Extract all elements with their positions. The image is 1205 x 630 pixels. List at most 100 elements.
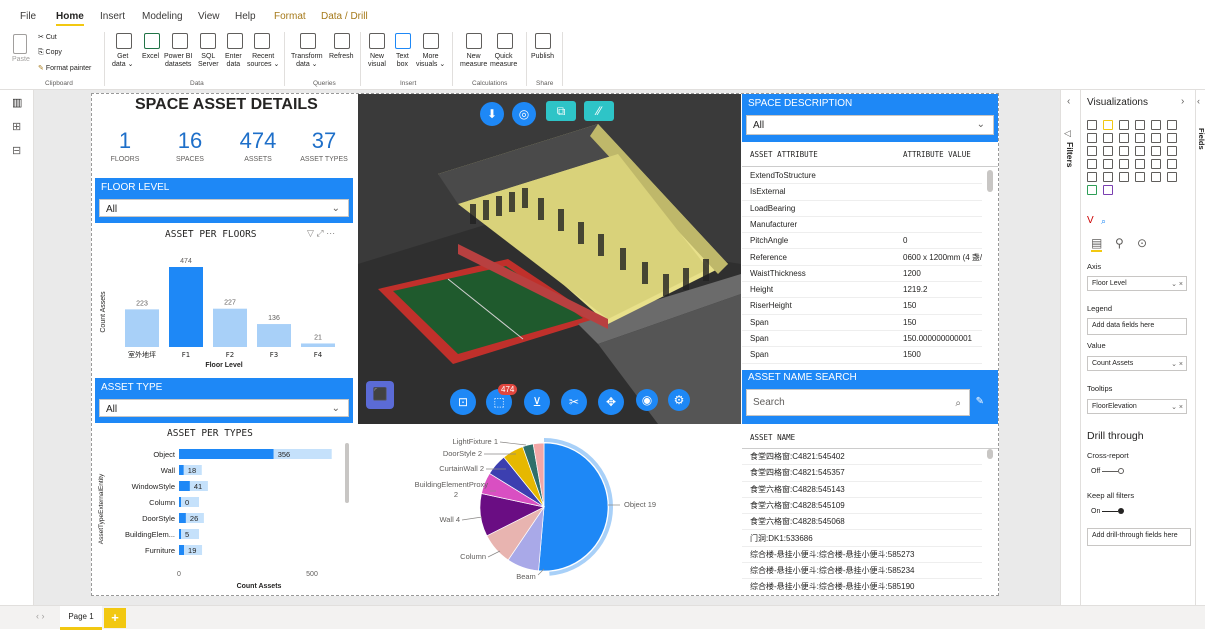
table-row[interactable]: Reference 0600 x 1200mm (4 盏/ xyxy=(742,250,982,266)
visual-type-icon[interactable] xyxy=(1151,146,1161,156)
visual-type-icon[interactable] xyxy=(1087,172,1097,182)
search-input[interactable]: Search ⌕ xyxy=(746,389,970,416)
tab-page-1[interactable]: Page 1 xyxy=(60,606,102,630)
visual-type-icon[interactable] xyxy=(1167,146,1177,156)
more-visuals-button[interactable]: More visuals ⌄ xyxy=(416,53,445,69)
tab-file[interactable]: File xyxy=(20,11,36,22)
filters-pane-collapsed[interactable]: ‹ ◁ Filters xyxy=(1060,90,1080,605)
column-header-value[interactable]: ATTRIBUTE VALUE xyxy=(903,150,971,159)
space-description-dropdown[interactable]: All ⌄ xyxy=(746,115,994,135)
tab-format[interactable]: Format xyxy=(274,11,306,22)
table-row[interactable]: 食堂六格窗:C4828:545143 xyxy=(742,482,982,498)
new-visual-button[interactable]: New visual xyxy=(368,53,386,69)
table-row[interactable]: 食堂六格窗:C4828:545109 xyxy=(742,498,982,515)
visual-type-icon[interactable] xyxy=(1103,120,1113,130)
legend-well[interactable]: Add data fields here xyxy=(1087,318,1187,335)
keep-filters-toggle[interactable]: On xyxy=(1091,508,1125,515)
publish-button[interactable]: Publish xyxy=(531,53,554,61)
asset-type-pie-chart[interactable]: Object 19 Beam Column Wall 4 BuildingElement… xyxy=(358,429,741,595)
axis-well[interactable]: Floor Level ⌄ × xyxy=(1087,276,1187,291)
column-header-asset-name[interactable]: ASSET NAME xyxy=(750,433,795,442)
table-row[interactable]: 综合楼-悬挂小便斗:综合楼-悬挂小便斗:585273 xyxy=(742,547,982,564)
camera-icon[interactable]: ◉ xyxy=(636,389,658,411)
recent-sources-button[interactable]: Recent sources ⌄ xyxy=(247,53,279,69)
column-header-attribute[interactable]: ASSET ATTRIBUTE xyxy=(750,150,818,159)
table-row[interactable]: Span 1500 xyxy=(742,347,982,364)
table-row[interactable]: Height 1219.2 xyxy=(742,282,982,299)
visual-type-icon[interactable] xyxy=(1087,159,1097,169)
visual-type-icon[interactable] xyxy=(1103,133,1113,143)
table-row[interactable]: Manufacturer xyxy=(742,217,982,234)
filter-icon[interactable]: ▽ ⤢ ⋯ xyxy=(307,228,335,239)
table-row[interactable]: PitchAngle 0 xyxy=(742,233,982,250)
visual-type-icon[interactable] xyxy=(1151,159,1161,169)
report-view-icon[interactable]: ▥ xyxy=(12,96,22,109)
custom-visual-v-icon[interactable]: V xyxy=(1087,215,1094,226)
format-painter-button[interactable]: ✎ Format painter xyxy=(38,65,91,73)
drill-through-well[interactable]: Add drill-through fields here xyxy=(1087,528,1191,546)
table-row[interactable]: IsExternal xyxy=(742,184,982,201)
table-row[interactable]: 综合楼-悬挂小便斗:综合楼-悬挂小便斗:585234 xyxy=(742,563,982,580)
visual-type-icon[interactable] xyxy=(1167,172,1177,182)
asset-type-dropdown[interactable]: All ⌄ xyxy=(99,399,349,417)
table-row[interactable]: ExtendToStructure xyxy=(742,168,982,185)
visual-type-icon[interactable] xyxy=(1135,146,1145,156)
visual-type-icon[interactable] xyxy=(1135,172,1145,182)
table-row[interactable]: WaistThickness 1200 xyxy=(742,266,982,283)
visual-type-icon[interactable] xyxy=(1087,133,1097,143)
enter-data-button[interactable]: Enter data xyxy=(225,53,242,69)
cut-button[interactable]: ✂ Cut xyxy=(38,34,57,42)
refresh-button[interactable]: Refresh xyxy=(329,53,354,61)
get-data-button[interactable]: Get data ⌄ xyxy=(112,53,133,69)
clear-filter-icon[interactable]: ⊻ xyxy=(524,389,550,415)
fields-pane-collapsed[interactable]: ‹ Fields xyxy=(1195,90,1205,605)
table-row[interactable]: 食堂四格窗:C4821:545357 xyxy=(742,465,982,482)
visual-type-icon[interactable] xyxy=(1103,146,1113,156)
tab-view[interactable]: View xyxy=(198,11,220,22)
visual-type-icon[interactable] xyxy=(1119,120,1129,130)
value-well[interactable]: Count Assets ⌄ × xyxy=(1087,356,1187,371)
data-view-icon[interactable]: ⊞ xyxy=(12,120,21,133)
floor-level-dropdown[interactable]: All ⌄ xyxy=(99,199,349,217)
paste-button[interactable]: Paste xyxy=(12,56,30,64)
target-icon[interactable]: ◎ xyxy=(512,102,536,126)
fields-tab-icon[interactable]: ▤ xyxy=(1091,236,1103,252)
move-icon[interactable]: ✥ xyxy=(598,389,624,415)
eraser-icon[interactable]: ✎ xyxy=(976,396,984,407)
table-row[interactable]: Span 150.000000000001 xyxy=(742,331,982,348)
visual-type-icon[interactable] xyxy=(1087,146,1097,156)
table-row[interactable]: 门洞:DK1:533686 xyxy=(742,531,982,547)
chevron-left-icon[interactable]: ‹ xyxy=(1067,96,1070,107)
tab-data-drill[interactable]: Data / Drill xyxy=(321,11,368,22)
format-paintroller-icon[interactable]: ⚲ xyxy=(1115,236,1124,250)
visual-type-icon[interactable] xyxy=(1103,172,1113,182)
table-row[interactable]: RiserHeight 150 xyxy=(742,298,982,315)
copy-view-icon[interactable]: ⧉ xyxy=(546,101,576,121)
tab-home[interactable]: Home xyxy=(56,11,84,26)
quick-measure-button[interactable]: Quick measure xyxy=(490,53,517,69)
visual-type-icon[interactable] xyxy=(1087,185,1097,195)
slash-icon[interactable]: ⁄⁄ xyxy=(584,101,614,121)
analytics-icon[interactable]: ⊙ xyxy=(1137,236,1147,250)
visual-type-icon[interactable] xyxy=(1135,133,1145,143)
visual-type-icon[interactable] xyxy=(1119,146,1129,156)
table-scrollbar[interactable] xyxy=(987,170,993,192)
visual-type-icon[interactable] xyxy=(1103,159,1113,169)
visual-type-icon[interactable] xyxy=(1151,133,1161,143)
asset-per-floors-chart[interactable]: ASSET PER FLOORS ▽ ⤢ ⋯ 223 室外地坪 474 F1 227 F2… xyxy=(95,224,353,376)
visual-type-icon[interactable] xyxy=(1151,120,1161,130)
text-box-button[interactable]: Text box xyxy=(396,53,409,69)
view-cube-icon[interactable]: ⬛ xyxy=(366,381,394,409)
table-row[interactable]: 食堂四格窗:C4821:545402 xyxy=(742,449,982,466)
visual-type-icon[interactable] xyxy=(1167,159,1177,169)
visual-type-icon[interactable] xyxy=(1119,133,1129,143)
tab-modeling[interactable]: Modeling xyxy=(142,11,183,22)
new-measure-button[interactable]: New measure xyxy=(460,53,487,69)
visual-type-icon[interactable] xyxy=(1087,120,1097,130)
transform-data-button[interactable]: Transform data ⌄ xyxy=(291,53,323,69)
tooltips-well[interactable]: FloorElevation ⌄ × xyxy=(1087,399,1187,414)
fit-view-icon[interactable]: ⊡ xyxy=(450,389,476,415)
settings-gear-icon[interactable]: ⚙ xyxy=(668,389,690,411)
page-nav-arrows[interactable]: ‹ › xyxy=(36,611,45,621)
add-page-button[interactable]: + xyxy=(104,608,126,628)
